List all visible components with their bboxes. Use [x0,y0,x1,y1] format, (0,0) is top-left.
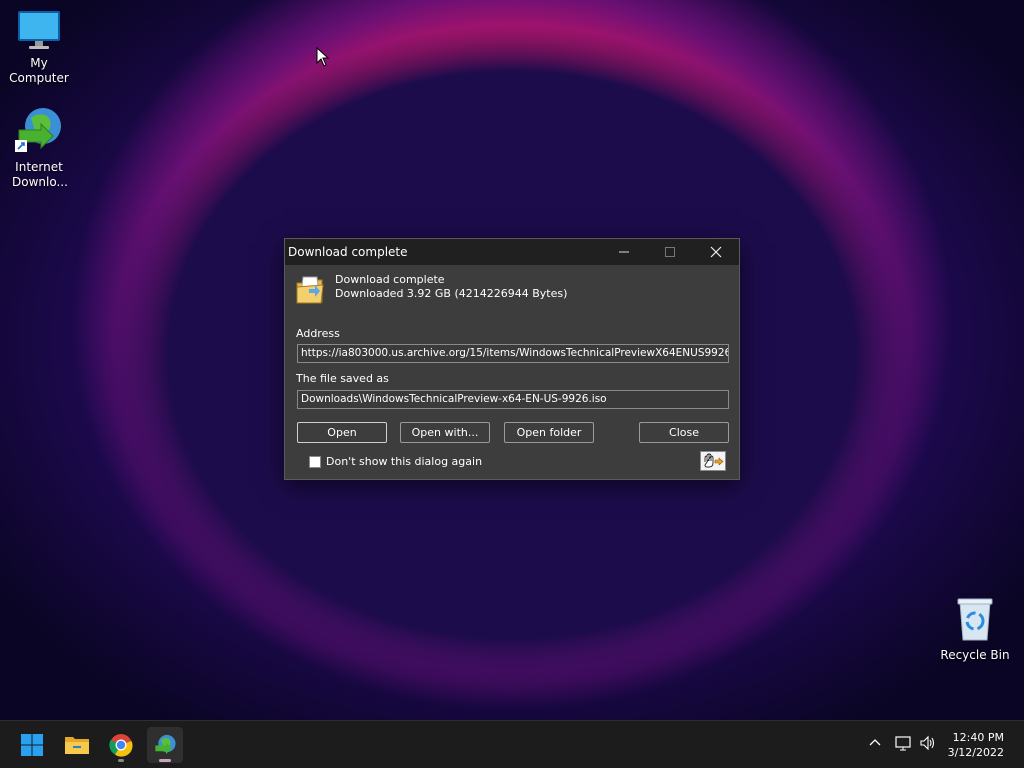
downloaded-size-text: Downloaded 3.92 GB (4214226944 Bytes) [335,287,568,300]
chevron-up-icon [869,739,881,746]
running-indicator [118,759,124,762]
dialog-header: Download complete Downloaded 3.92 GB (42… [295,273,567,305]
hand-pointer-icon [704,453,724,468]
maximize-button[interactable] [647,239,693,265]
desktop-icon-label: Recycle Bin [940,648,1010,662]
desktop-icon-label: My Computer [9,56,69,85]
open-folder-button[interactable]: Open folder [504,422,594,443]
desktop-icon-label: Internet Downlo... [12,160,68,189]
minimize-icon [619,251,629,253]
internet-download-manager-icon [155,734,176,755]
idm-hand-button[interactable] [700,451,726,471]
taskbar-chrome[interactable] [103,727,139,763]
chrome-icon [109,734,133,757]
network-icon [895,736,911,751]
close-icon [710,246,722,258]
saved-path-field[interactable]: Downloads\WindowsTechnicalPreview-x64-EN… [297,390,729,409]
desktop-icon-internet-download-manager[interactable]: Internet Downlo... [0,104,78,190]
volume-button[interactable] [919,735,937,755]
close-window-button[interactable] [693,239,739,265]
internet-download-manager-icon [15,108,61,152]
start-button[interactable] [14,727,50,763]
desktop-icon-my-computer[interactable]: My Computer [0,10,78,86]
network-button[interactable] [895,735,913,755]
clock[interactable]: 12:40 PM 3/12/2022 [948,730,1004,760]
folder-download-icon [296,276,324,304]
maximize-icon [665,247,675,257]
monitor-icon [18,11,60,49]
volume-icon [920,735,935,751]
open-button[interactable]: Open [297,422,387,443]
dialog-heading: Download complete [335,273,445,286]
mouse-cursor-icon [316,47,330,67]
file-explorer-icon [65,737,89,754]
dialog-title: Download complete [288,245,408,259]
taskbar: 12:40 PM 3/12/2022 [0,720,1024,768]
dont-show-checkbox[interactable] [309,455,321,468]
open-with-button[interactable]: Open with... [400,422,490,443]
close-button[interactable]: Close [639,422,729,443]
address-label: Address [296,327,340,340]
taskbar-internet-download-manager[interactable] [147,727,183,763]
taskbar-file-explorer[interactable] [59,727,95,763]
clock-date: 3/12/2022 [947,746,1004,759]
dialog-titlebar[interactable]: Download complete [285,239,739,265]
windows-start-icon [21,734,43,756]
active-indicator [159,759,171,762]
desktop-icon-recycle-bin[interactable]: Recycle Bin [936,596,1014,663]
dont-show-label[interactable]: Don't show this dialog again [326,455,482,468]
minimize-button[interactable] [601,239,647,265]
address-field[interactable]: https://ia803000.us.archive.org/15/items… [297,344,729,363]
recycle-bin-icon [957,598,993,641]
clock-time: 12:40 PM [952,731,1004,744]
show-hidden-icons-button[interactable] [868,735,882,753]
saved-as-label: The file saved as [296,372,389,385]
download-complete-dialog: Download complete Download complete Down… [284,238,740,480]
dont-show-row: Don't show this dialog again [309,455,482,468]
